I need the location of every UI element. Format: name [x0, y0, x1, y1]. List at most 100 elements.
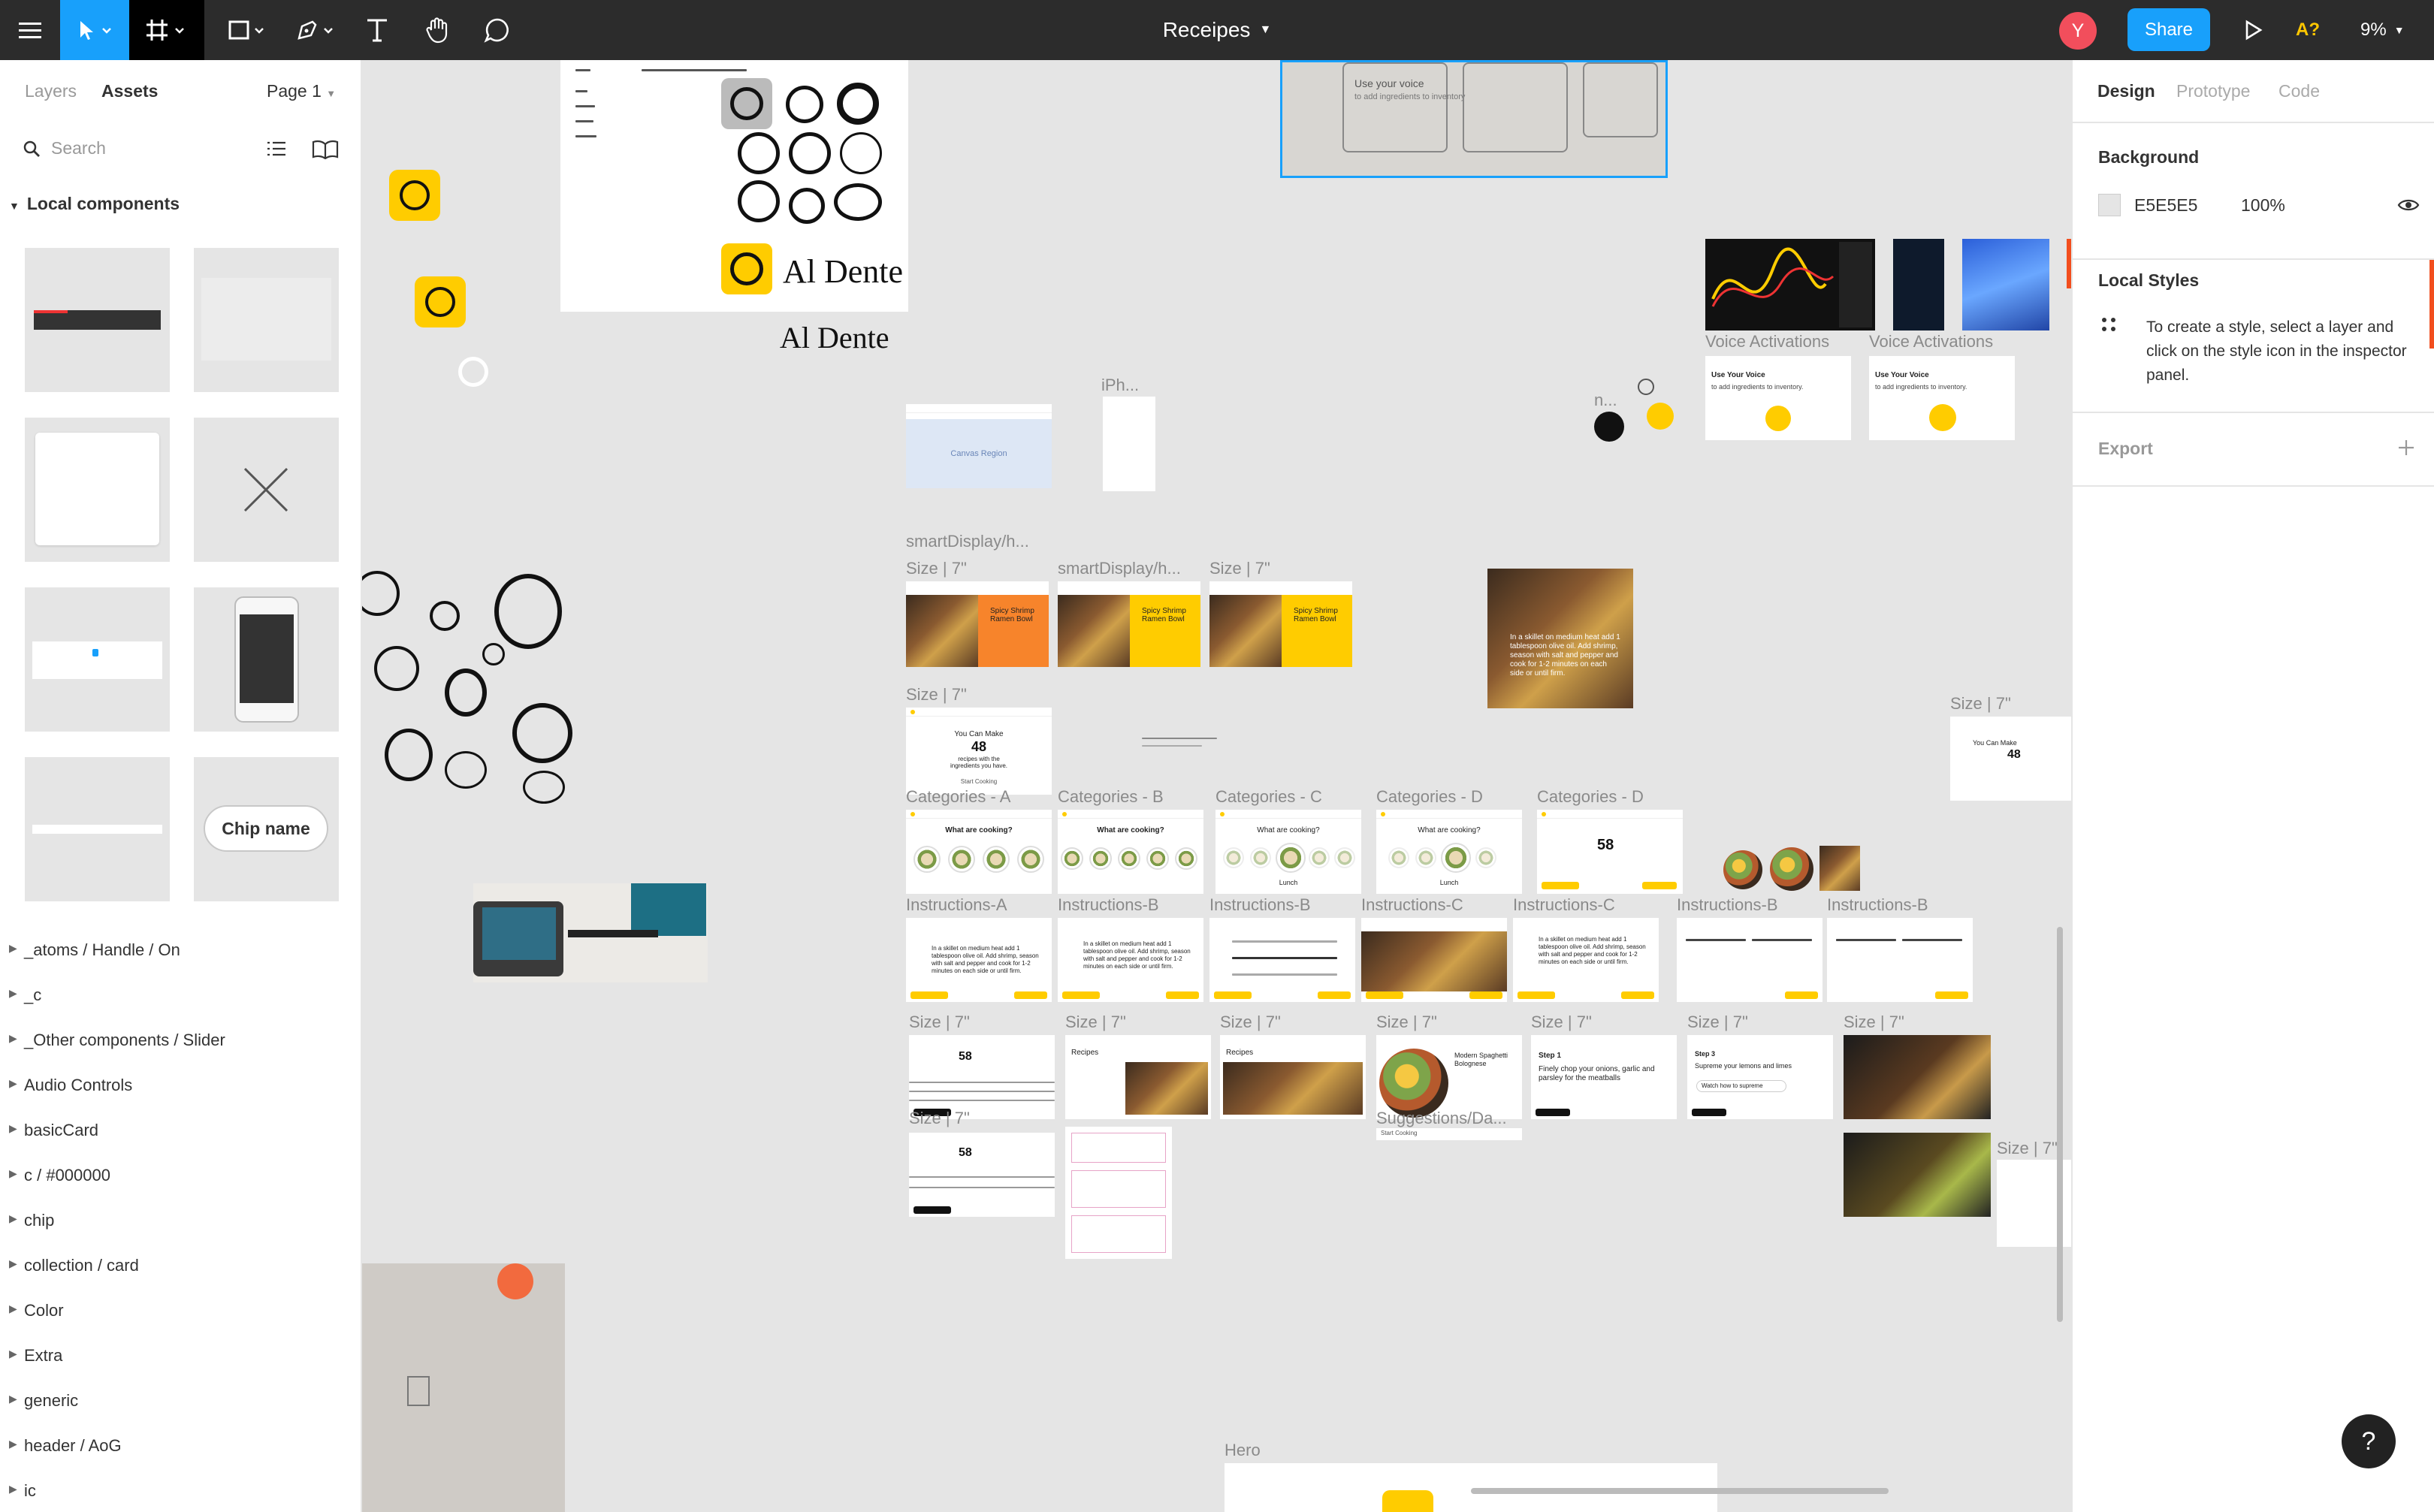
instructions-b3-frame[interactable] — [1677, 918, 1822, 1002]
frame-label-categories-c[interactable]: Categories - C — [1215, 787, 1322, 807]
accessibility-badge[interactable]: A? — [2296, 0, 2320, 60]
wireframe-sheet[interactable] — [1065, 1127, 1172, 1259]
design-canvas[interactable]: Al Dente Al Dente Use your voice to add … — [362, 60, 2071, 1512]
frame-label-voice-2[interactable]: Voice Activations — [1869, 332, 1993, 352]
frame-label-instructions-b-3[interactable]: Instructions-B — [1677, 895, 1778, 915]
component-thumb-white-card[interactable] — [25, 418, 170, 562]
horizontal-scrollbar[interactable] — [1471, 1488, 1889, 1494]
swirl-small-icon[interactable] — [458, 357, 488, 387]
frame-label-size[interactable]: Size | 7" — [1209, 559, 1270, 578]
recipe-list-frame-2[interactable]: 58 — [909, 1133, 1055, 1217]
tree-item-basiccard[interactable]: ▶ basicCard — [9, 1121, 98, 1140]
menu-icon[interactable] — [0, 0, 60, 60]
recipe-list-frame[interactable]: 58 — [909, 1035, 1055, 1119]
frame-label-size[interactable]: Size | 7" — [1844, 1013, 1904, 1032]
frame-label-hero[interactable]: Hero — [1225, 1441, 1261, 1460]
frame-label-size[interactable]: Size | 7" — [1531, 1013, 1592, 1032]
frame-label-size[interactable]: Size | 7" — [1997, 1139, 2058, 1158]
recipes-frame-2[interactable]: Recipes — [1220, 1035, 1366, 1119]
hand-tool-icon[interactable] — [413, 0, 461, 60]
component-thumb-chip[interactable]: Chip name — [194, 757, 339, 901]
tab-prototype[interactable]: Prototype — [2176, 81, 2250, 101]
text-tool-icon[interactable] — [353, 0, 401, 60]
instruction-photo-card[interactable]: In a skillet on medium heat add 1 tables… — [1487, 569, 1633, 708]
pen-tool-icon[interactable] — [287, 0, 347, 60]
frame-label-instructions-b-4[interactable]: Instructions-B — [1827, 895, 1928, 915]
component-thumb-iphone[interactable] — [194, 587, 339, 732]
frame-label-mic[interactable]: n... — [1594, 391, 1617, 410]
tab-layers[interactable]: Layers — [25, 81, 77, 101]
instructions-b-frame[interactable]: In a skillet on medium heat add 1 tables… — [1058, 918, 1203, 1002]
frame-label-instructions-a[interactable]: Instructions-A — [906, 895, 1007, 915]
categories-a-frame[interactable]: What are cooking? — [906, 810, 1052, 894]
video-frame-2[interactable] — [1844, 1133, 1991, 1217]
tree-item-color[interactable]: ▶ Color — [9, 1301, 64, 1320]
instructions-b2-frame[interactable] — [1209, 918, 1355, 1002]
background-opacity-input[interactable]: 100% — [2241, 195, 2285, 216]
tree-item-c-black[interactable]: ▶ c / #000000 — [9, 1166, 110, 1185]
smart-display-photo[interactable] — [473, 883, 708, 982]
tree-item-chip[interactable]: ▶ chip — [9, 1211, 54, 1230]
avatar[interactable]: Y — [2059, 12, 2097, 50]
video-frame-1[interactable] — [1844, 1035, 1991, 1119]
mic-yellow-button[interactable] — [1647, 403, 1674, 430]
present-play-icon[interactable] — [2233, 0, 2275, 60]
voice-activation-frame-1[interactable]: Use Your Voice to add ingredients to inv… — [1705, 356, 1851, 440]
help-button[interactable]: ? — [2342, 1414, 2396, 1468]
add-export-icon[interactable] — [2397, 439, 2415, 460]
tab-assets[interactable]: Assets — [101, 81, 158, 101]
instructions-b4-frame[interactable] — [1827, 918, 1973, 1002]
suggestions-frame[interactable]: Start Cooking — [1376, 1128, 1522, 1140]
swirl-cluster[interactable] — [362, 511, 587, 804]
frame-label-suggestions[interactable]: Suggestions/Da... — [1376, 1109, 1507, 1128]
smartdisplay-yellow-1[interactable]: Spicy Shrimp Ramen Bowl — [1058, 581, 1200, 667]
file-title[interactable]: Receipes ▼ — [977, 0, 1457, 60]
tree-item-generic[interactable]: ▶ generic — [9, 1391, 78, 1411]
tree-item-other-components[interactable]: ▶ _Other components / Slider — [9, 1031, 225, 1050]
logo-tile-1[interactable] — [389, 170, 440, 221]
smartdisplay-orange[interactable]: Spicy Shrimp Ramen Bowl — [906, 581, 1049, 667]
frame-label-categories-a[interactable]: Categories - A — [906, 787, 1010, 807]
frame-label-size[interactable]: Size | 7" — [909, 1013, 970, 1032]
logo-exploration-frame[interactable]: Al Dente — [560, 60, 908, 312]
eye-visibility-icon[interactable] — [2397, 197, 2420, 217]
background-hex-input[interactable]: E5E5E5 — [2134, 195, 2197, 216]
share-button[interactable]: Share — [2127, 8, 2210, 51]
instructions-a-frame[interactable]: In a skillet on medium heat add 1 tables… — [906, 918, 1052, 1002]
circle-outline-icon[interactable] — [1638, 379, 1654, 395]
frame-label-instructions-b-2[interactable]: Instructions-B — [1209, 895, 1311, 915]
zoom-level[interactable]: 9% ▼ — [2360, 0, 2405, 60]
list-view-icon[interactable] — [267, 140, 286, 161]
frame-label-instructions-b[interactable]: Instructions-B — [1058, 895, 1159, 915]
frame-label-size[interactable]: Size | 7" — [1065, 1013, 1126, 1032]
table-snippet[interactable] — [1142, 735, 1217, 754]
background-swatch[interactable] — [2098, 194, 2121, 216]
search-input[interactable] — [51, 138, 239, 158]
frame-label-size[interactable]: Size | 7" — [1687, 1013, 1748, 1032]
component-thumb-blank-card[interactable] — [194, 248, 339, 392]
tab-code[interactable]: Code — [2278, 81, 2320, 101]
voice-visual-1[interactable] — [1705, 239, 1875, 330]
frame-label-smartdisplay-2[interactable]: smartDisplay/h... — [1058, 559, 1181, 578]
tree-item-extra[interactable]: ▶ Extra — [9, 1346, 62, 1366]
food-photo-strip[interactable] — [1723, 844, 1862, 892]
frame-label-size[interactable]: Size | 7" — [1950, 694, 2011, 714]
mic-dark-button[interactable] — [1594, 412, 1624, 442]
voice-visual-3[interactable] — [1962, 239, 2049, 330]
frame-label-instructions-c-2[interactable]: Instructions-C — [1513, 895, 1615, 915]
tree-item-atoms-handle[interactable]: ▶ _atoms / Handle / On — [9, 940, 180, 960]
tree-item-collection-card[interactable]: ▶ collection / card — [9, 1256, 139, 1275]
vertical-scrollbar[interactable] — [2057, 927, 2063, 1322]
frame-label-categories-d-2[interactable]: Categories - D — [1537, 787, 1644, 807]
frame-label-voice-1[interactable]: Voice Activations — [1705, 332, 1829, 352]
you-can-make-frame-2[interactable]: You Can Make 48 — [1950, 717, 2071, 801]
instructions-c2-frame[interactable]: In a skillet on medium heat add 1 tables… — [1513, 918, 1659, 1002]
recipe-detail-frame[interactable]: Modern Spaghetti Bolognese — [1376, 1035, 1522, 1119]
component-thumb-close[interactable] — [194, 418, 339, 562]
you-can-make-frame[interactable]: You Can Make 48 recipes with the ingredi… — [906, 708, 1052, 795]
sketch-photo-frame[interactable]: Use your voice to add ingredients to inv… — [1280, 60, 1668, 178]
component-thumb-nav-bar[interactable] — [25, 587, 170, 732]
tree-item-audio-controls[interactable]: ▶ Audio Controls — [9, 1076, 132, 1095]
rectangle-tool-icon[interactable] — [218, 0, 278, 60]
step3-frame[interactable]: Step 3 Supreme your lemons and limes Wat… — [1687, 1035, 1833, 1119]
